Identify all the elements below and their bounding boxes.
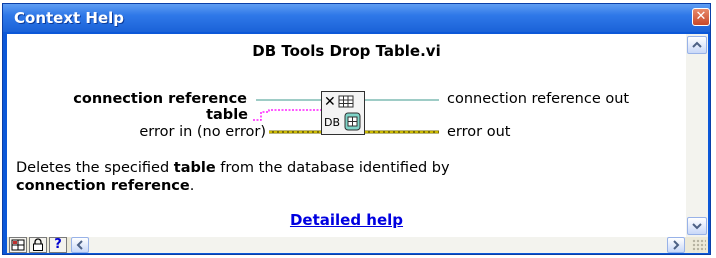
scroll-right-button[interactable] <box>667 237 685 253</box>
scroll-down-button[interactable] <box>687 217 707 235</box>
close-button[interactable]: ✕ <box>692 8 710 26</box>
scroll-up-button[interactable] <box>687 36 707 54</box>
lock-icon <box>33 238 43 251</box>
vi-icon: ✕ DB <box>321 91 365 135</box>
chevron-up-icon <box>692 41 702 48</box>
context-help-window: Context Help ✕ DB Tools Drop Table.vi co… <box>2 3 711 255</box>
bottom-toolbar: ? <box>7 237 708 253</box>
svg-text:✕: ✕ <box>324 94 336 110</box>
description-part: Deletes the specified <box>16 160 174 176</box>
resize-grip[interactable] <box>692 239 706 252</box>
description-term-connection-reference: connection reference <box>16 178 190 194</box>
vertical-scrollbar[interactable] <box>686 34 708 237</box>
description-part: . <box>189 178 195 194</box>
show-optional-terminals-button[interactable] <box>9 237 27 253</box>
description-text: Deletes the specified table from the dat… <box>16 159 596 195</box>
vi-icon-label: DB <box>324 116 341 129</box>
chevron-right-icon <box>673 240 680 250</box>
terminal-connection-reference-out: connection reference out <box>447 91 630 107</box>
description-term-table: table <box>173 160 216 176</box>
scroll-left-button[interactable] <box>71 237 89 253</box>
horizontal-scrollbar[interactable] <box>71 237 685 253</box>
chevron-left-icon <box>76 240 83 250</box>
description-part: from the database identified by <box>215 160 450 176</box>
help-content: DB Tools Drop Table.vi connection refere… <box>7 34 686 237</box>
title-bar[interactable]: Context Help ✕ <box>3 4 710 32</box>
table-wire <box>253 109 321 121</box>
help-button[interactable]: ? <box>49 237 67 253</box>
terminal-pattern-icon <box>11 239 25 251</box>
question-icon: ? <box>54 237 62 252</box>
chevron-down-icon <box>692 223 702 230</box>
window-title: Context Help <box>14 9 125 27</box>
terminal-error-out: error out <box>447 124 511 140</box>
lock-button[interactable] <box>29 237 47 253</box>
close-icon: ✕ <box>695 9 707 24</box>
detailed-help-link[interactable]: Detailed help <box>7 211 686 229</box>
